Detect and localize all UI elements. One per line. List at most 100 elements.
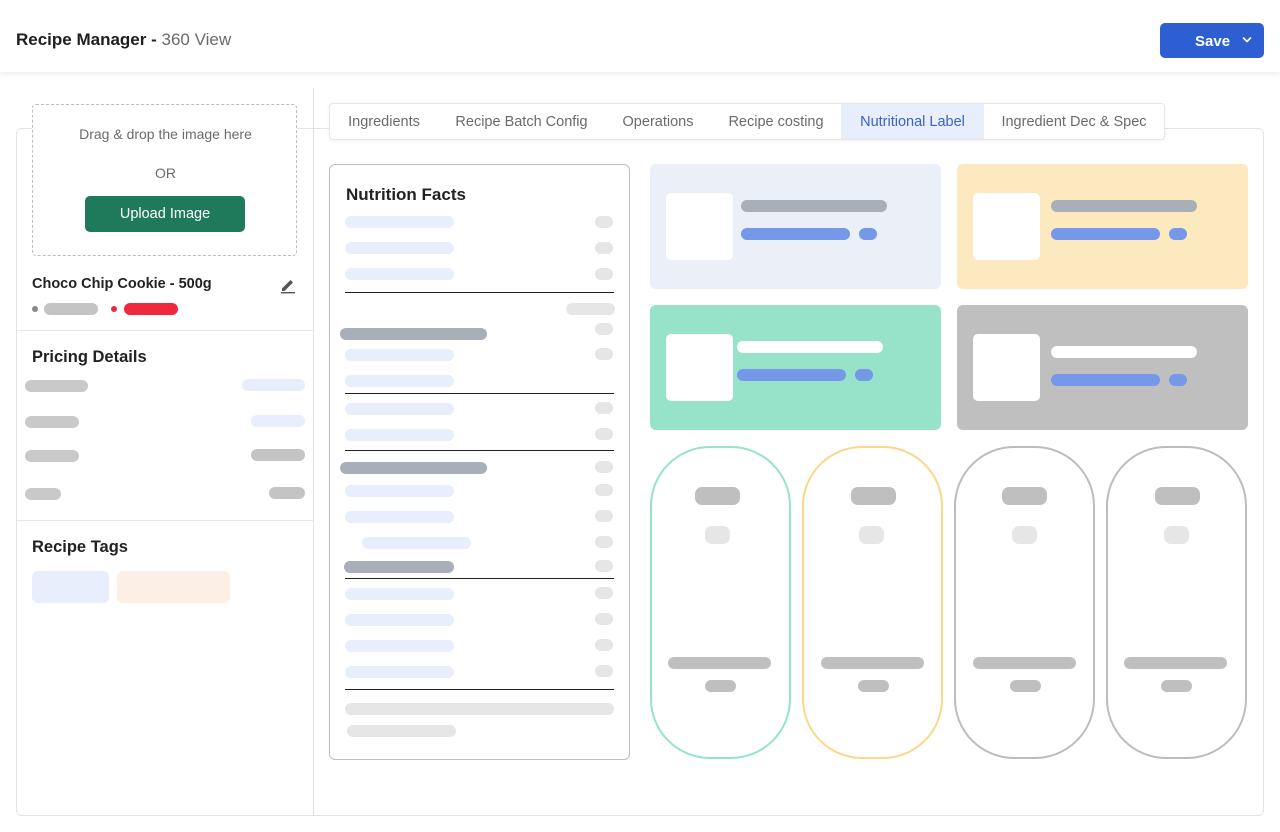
pricing-details-heading: Pricing Details [32,348,147,366]
tab-nutritional-label[interactable]: Nutritional Label [841,104,984,139]
tile-thumbnail [973,193,1040,260]
tile-value-placeholder [737,369,846,381]
pricing-label-placeholder [25,450,79,462]
nutrient-oval-card [954,446,1095,759]
oval-label-placeholder [1124,657,1227,669]
tab-bar: Ingredients Recipe Batch Config Operatio… [329,103,1165,140]
page-title: Recipe Manager - 360 View [16,30,231,50]
oval-value-placeholder [1012,526,1037,544]
nutrient-heading-placeholder [340,328,487,340]
nutrient-value-placeholder [595,216,613,228]
nutrient-row-placeholder [345,640,454,652]
nutrient-value-placeholder [595,461,613,473]
tile-title-placeholder [737,341,883,353]
oval-value-placeholder [705,526,730,544]
tile-thumbnail [666,193,733,260]
tab-ingredients[interactable]: Ingredients [330,104,438,139]
tile-badge-placeholder [1169,228,1187,240]
oval-unit-placeholder [1161,680,1192,692]
pricing-label-placeholder [25,416,79,428]
page-title-main: Recipe Manager - [16,30,162,49]
summary-tile [957,305,1248,430]
oval-title-placeholder [851,487,896,505]
pricing-value-placeholder [251,415,305,427]
tile-title-placeholder [741,200,887,212]
nutrient-row-placeholder [345,216,454,228]
tile-thumbnail [666,334,733,401]
summary-tile [650,305,941,430]
tile-title-placeholder [1051,200,1197,212]
chevron-down-icon[interactable] [1242,35,1252,45]
nutrient-value-placeholder [595,639,613,651]
nutrient-row-placeholder [345,614,454,626]
nutrient-row-placeholder [345,242,454,254]
nutrient-row-placeholder [345,349,454,361]
nutrient-value-placeholder [595,323,613,335]
app-header: Recipe Manager - 360 View Save [0,0,1280,72]
nutrient-row-placeholder [345,485,454,497]
tab-operations[interactable]: Operations [605,104,711,139]
nutrition-divider [345,689,614,690]
pricing-value-placeholder [242,379,305,391]
status-dot-red [111,306,117,312]
recipe-tags-heading: Recipe Tags [32,538,128,556]
nutrition-divider [345,450,614,451]
nutrient-value-placeholder [595,560,613,572]
tab-recipe-costing[interactable]: Recipe costing [711,104,841,139]
nutrient-value-placeholder [566,303,615,315]
nutrient-row-placeholder [345,268,454,280]
nutrient-row-placeholder [345,588,454,600]
oval-title-placeholder [1155,487,1200,505]
tag-chip[interactable] [117,571,230,603]
nutrient-value-placeholder [595,587,613,599]
tab-ingredient-dec-spec[interactable]: Ingredient Dec & Spec [984,104,1164,139]
nutrient-row-placeholder [345,511,454,523]
tile-title-placeholder [1051,346,1197,358]
dropzone-or: OR [155,165,176,181]
nutrient-value-placeholder [595,484,613,496]
divider [17,520,313,521]
nutrient-value-placeholder [595,428,613,440]
tile-badge-placeholder [855,369,873,381]
nutrient-heading-placeholder [344,561,454,573]
nutrient-subrow-placeholder [362,537,471,549]
image-dropzone[interactable]: Drag & drop the image here OR Upload Ima… [32,104,297,256]
status-badge-red [124,303,178,315]
save-button[interactable]: Save [1160,23,1264,58]
dropzone-instruction: Drag & drop the image here [79,126,252,142]
summary-tile [650,164,941,289]
nutrition-divider [345,578,614,579]
nutrient-row-placeholder [345,666,454,678]
upload-image-button[interactable]: Upload Image [85,196,245,232]
oval-unit-placeholder [858,680,889,692]
tag-chip[interactable] [32,571,109,603]
tab-recipe-batch-config[interactable]: Recipe Batch Config [438,104,605,139]
nutrient-row-placeholder [345,375,454,387]
pencil-icon[interactable] [279,276,297,294]
nutrient-row-placeholder [345,403,454,415]
footnote-placeholder [347,725,456,737]
nutrient-oval-card [1106,446,1247,759]
product-name: Choco Chip Cookie - 500g [32,276,212,292]
nutrient-value-placeholder [595,268,613,280]
tile-value-placeholder [741,228,850,240]
pricing-label-placeholder [25,380,88,392]
oval-title-placeholder [695,487,740,505]
nutrition-facts-title: Nutrition Facts [346,185,466,204]
oval-unit-placeholder [705,680,736,692]
page-subtitle: 360 View [161,30,232,49]
summary-tile [957,164,1248,289]
nutrient-heading-placeholder [340,462,487,474]
status-badge-placeholder [44,303,98,315]
divider [17,330,313,331]
nutrient-oval-card [802,446,943,759]
nutrient-value-placeholder [595,536,613,548]
tile-badge-placeholder [1169,374,1187,386]
oval-value-placeholder [1164,526,1189,544]
nutrient-value-placeholder [595,242,613,254]
oval-label-placeholder [668,657,771,669]
oval-label-placeholder [973,657,1076,669]
pricing-value-placeholder [251,449,305,461]
nutrient-value-placeholder [595,510,613,522]
nutrient-row-placeholder [345,429,454,441]
